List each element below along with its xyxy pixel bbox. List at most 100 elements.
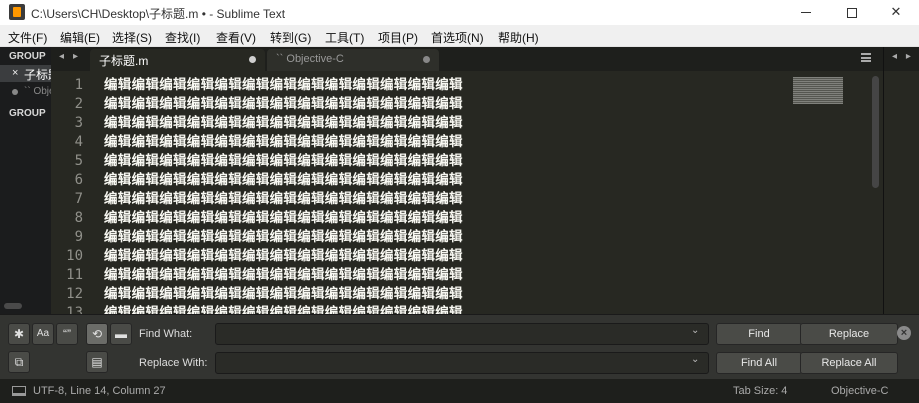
wrap-toggle-button[interactable]: ⟲ — [86, 323, 108, 345]
sidebar-group-label: GROUP — [9, 108, 46, 119]
secondary-editor[interactable] — [884, 71, 919, 314]
preserve-case-icon: ⧉ — [14, 355, 24, 369]
line-number: 7 — [74, 191, 83, 207]
find-button[interactable]: Find — [716, 323, 802, 345]
editor-pane[interactable]: 1 2 3 4 5 6 7 8 9 10 11 12 13 编辑编辑编辑编辑编辑… — [51, 71, 869, 314]
sidebar-file-label: 子标题.m — [24, 68, 51, 82]
tab-label: 子标题.m — [99, 54, 149, 68]
highlight-matches-icon: ▤ — [91, 355, 103, 369]
whole-word-toggle-button[interactable]: “” — [56, 323, 78, 345]
menu-preferences[interactable]: 首选项(N) — [431, 29, 484, 46]
line-number: 5 — [74, 153, 83, 169]
in-selection-toggle-button[interactable]: ▬ — [110, 323, 132, 345]
replace-all-button[interactable]: Replace All — [800, 352, 898, 374]
menu-file[interactable]: 文件(F) — [8, 29, 47, 46]
replace-button[interactable]: Replace — [800, 323, 898, 345]
sublime-app-icon — [9, 4, 25, 20]
status-syntax[interactable]: Objective-C — [831, 385, 888, 397]
minimap[interactable] — [793, 77, 843, 104]
line-number-gutter: 1 2 3 4 5 6 7 8 9 10 11 12 13 — [51, 71, 95, 314]
line-number: 13 — [66, 305, 83, 314]
line-number: 2 — [74, 96, 83, 112]
line-number: 8 — [74, 210, 83, 226]
tab-active-file[interactable]: 子标题.m — [90, 49, 265, 71]
sidebar: GROUP × 子标题.m `` Objective-C GROUP — [0, 47, 51, 314]
wrap-icon: ⟲ — [91, 327, 103, 341]
code-line[interactable]: 编辑编辑编辑编辑编辑编辑编辑编辑编辑编辑编辑编辑编辑 — [104, 152, 463, 171]
line-number: 6 — [74, 172, 83, 188]
regex-icon: ✱ — [13, 327, 25, 341]
close-window-button[interactable]: ✕ — [873, 0, 919, 25]
menu-selection[interactable]: 选择(S) — [112, 29, 152, 46]
line-number: 10 — [66, 248, 83, 264]
case-sensitive-toggle-button[interactable]: Aa — [32, 323, 54, 345]
in-selection-icon: ▬ — [115, 327, 127, 341]
line-number: 3 — [74, 115, 83, 131]
menu-bar: 文件(F) 编辑(E) 选择(S) 查找(I) 查看(V) 转到(G) 工具(T… — [0, 25, 919, 47]
menu-edit[interactable]: 编辑(E) — [60, 29, 100, 46]
code-line[interactable]: 编辑编辑编辑编辑编辑编辑编辑编辑编辑编辑编辑编辑编辑 — [104, 209, 463, 228]
status-bar: UTF-8, Line 14, Column 27 Tab Size: 4 Ob… — [0, 379, 919, 403]
code-line[interactable]: 编辑编辑编辑编辑编辑编辑编辑编辑编辑编辑编辑编辑编辑 — [104, 76, 463, 95]
replace-history-chevron-icon[interactable]: ⌄ — [691, 354, 703, 365]
scrollbar-thumb[interactable] — [872, 76, 879, 188]
code-line[interactable]: 编辑编辑编辑编辑编辑编辑编辑编辑编辑编辑编辑编辑编辑 — [104, 114, 463, 133]
sidebar-group-label: GROUP — [9, 51, 46, 62]
sidebar-scrollbar[interactable] — [4, 303, 22, 309]
find-all-button[interactable]: Find All — [716, 352, 802, 374]
minimize-icon — [801, 12, 811, 14]
editor-scrollbar[interactable] — [869, 71, 883, 314]
menu-goto[interactable]: 转到(G) — [270, 29, 311, 46]
tab-bar: ◂ ▸ 子标题.m `` Objective-C — [51, 47, 919, 71]
minimize-button[interactable] — [783, 0, 829, 25]
code-line[interactable]: 编辑编辑编辑编辑编辑编辑编辑编辑编辑编辑编辑编辑编辑 — [104, 266, 463, 285]
highlight-matches-toggle-button[interactable]: ▤ — [86, 351, 108, 373]
code-line[interactable]: 编辑编辑编辑编辑编辑编辑编辑编辑编辑编辑编辑编辑编辑 — [104, 247, 463, 266]
sidebar-file[interactable]: `` Objective-C — [0, 85, 51, 99]
line-number: 9 — [74, 229, 83, 245]
status-tab-size[interactable]: Tab Size: 4 — [733, 385, 787, 397]
tab-scroll-left-icon[interactable]: ◂ — [892, 51, 897, 62]
tab-scroll-right-icon[interactable]: ▸ — [73, 51, 78, 62]
tab-scroll-left-icon[interactable]: ◂ — [59, 51, 64, 62]
find-history-chevron-icon[interactable]: ⌄ — [691, 325, 703, 336]
replace-with-label: Replace With: — [139, 357, 208, 369]
status-position: UTF-8, Line 14, Column 27 — [33, 385, 166, 397]
line-number: 12 — [66, 286, 83, 302]
menu-tools[interactable]: 工具(T) — [325, 29, 364, 46]
menu-project[interactable]: 项目(P) — [378, 29, 418, 46]
close-find-panel-icon[interactable]: × — [897, 326, 911, 340]
tab-objective-c[interactable]: `` Objective-C — [267, 49, 439, 71]
find-what-label: Find What: — [139, 328, 193, 340]
find-replace-panel: ✱ Aa “” ⟲ ▬ ⧉ ▤ Find What: Replace With:… — [0, 314, 919, 379]
close-file-icon[interactable]: × — [12, 67, 18, 79]
menu-view[interactable]: 查看(V) — [216, 29, 256, 46]
unsaved-dot-icon[interactable] — [249, 56, 256, 63]
maximize-button[interactable] — [829, 0, 875, 25]
window-title: C:\Users\CH\Desktop\子标题.m • - Sublime Te… — [31, 7, 286, 21]
case-icon: Aa — [36, 328, 50, 339]
unsaved-dot-icon[interactable] — [423, 56, 430, 63]
console-panel-icon[interactable] — [12, 386, 26, 396]
regex-toggle-button[interactable]: ✱ — [8, 323, 30, 345]
code-line[interactable]: 编辑编辑编辑编辑编辑编辑编辑编辑编辑编辑编辑编辑编辑 — [104, 285, 463, 304]
menu-help[interactable]: 帮助(H) — [498, 29, 539, 46]
pane2-tab-nav: ◂ ▸ — [892, 51, 911, 62]
sidebar-file-active[interactable]: × 子标题.m — [0, 65, 51, 82]
menu-find[interactable]: 查找(I) — [165, 29, 200, 46]
line-number: 4 — [74, 134, 83, 150]
code-line[interactable]: 编辑编辑编辑编辑编辑编辑编辑编辑编辑编辑编辑编辑编辑 — [104, 95, 463, 114]
tab-list-menu-icon[interactable] — [861, 53, 871, 62]
code-line[interactable]: 编辑编辑编辑编辑编辑编辑编辑编辑编辑编辑编辑编辑编辑 — [104, 304, 463, 314]
code-line[interactable]: 编辑编辑编辑编辑编辑编辑编辑编辑编辑编辑编辑编辑编辑 — [104, 171, 463, 190]
line-number: 11 — [66, 267, 83, 283]
code-line[interactable]: 编辑编辑编辑编辑编辑编辑编辑编辑编辑编辑编辑编辑编辑 — [104, 133, 463, 152]
code-line[interactable]: 编辑编辑编辑编辑编辑编辑编辑编辑编辑编辑编辑编辑编辑 — [104, 228, 463, 247]
find-what-input[interactable] — [215, 323, 709, 345]
tab-scroll-right-icon[interactable]: ▸ — [906, 51, 911, 62]
code-line[interactable]: 编辑编辑编辑编辑编辑编辑编辑编辑编辑编辑编辑编辑编辑 — [104, 190, 463, 209]
tab-label: `` Objective-C — [276, 53, 344, 65]
preserve-case-toggle-button[interactable]: ⧉ — [8, 351, 30, 373]
unsaved-dot-icon — [12, 89, 18, 95]
replace-with-input[interactable] — [215, 352, 709, 374]
